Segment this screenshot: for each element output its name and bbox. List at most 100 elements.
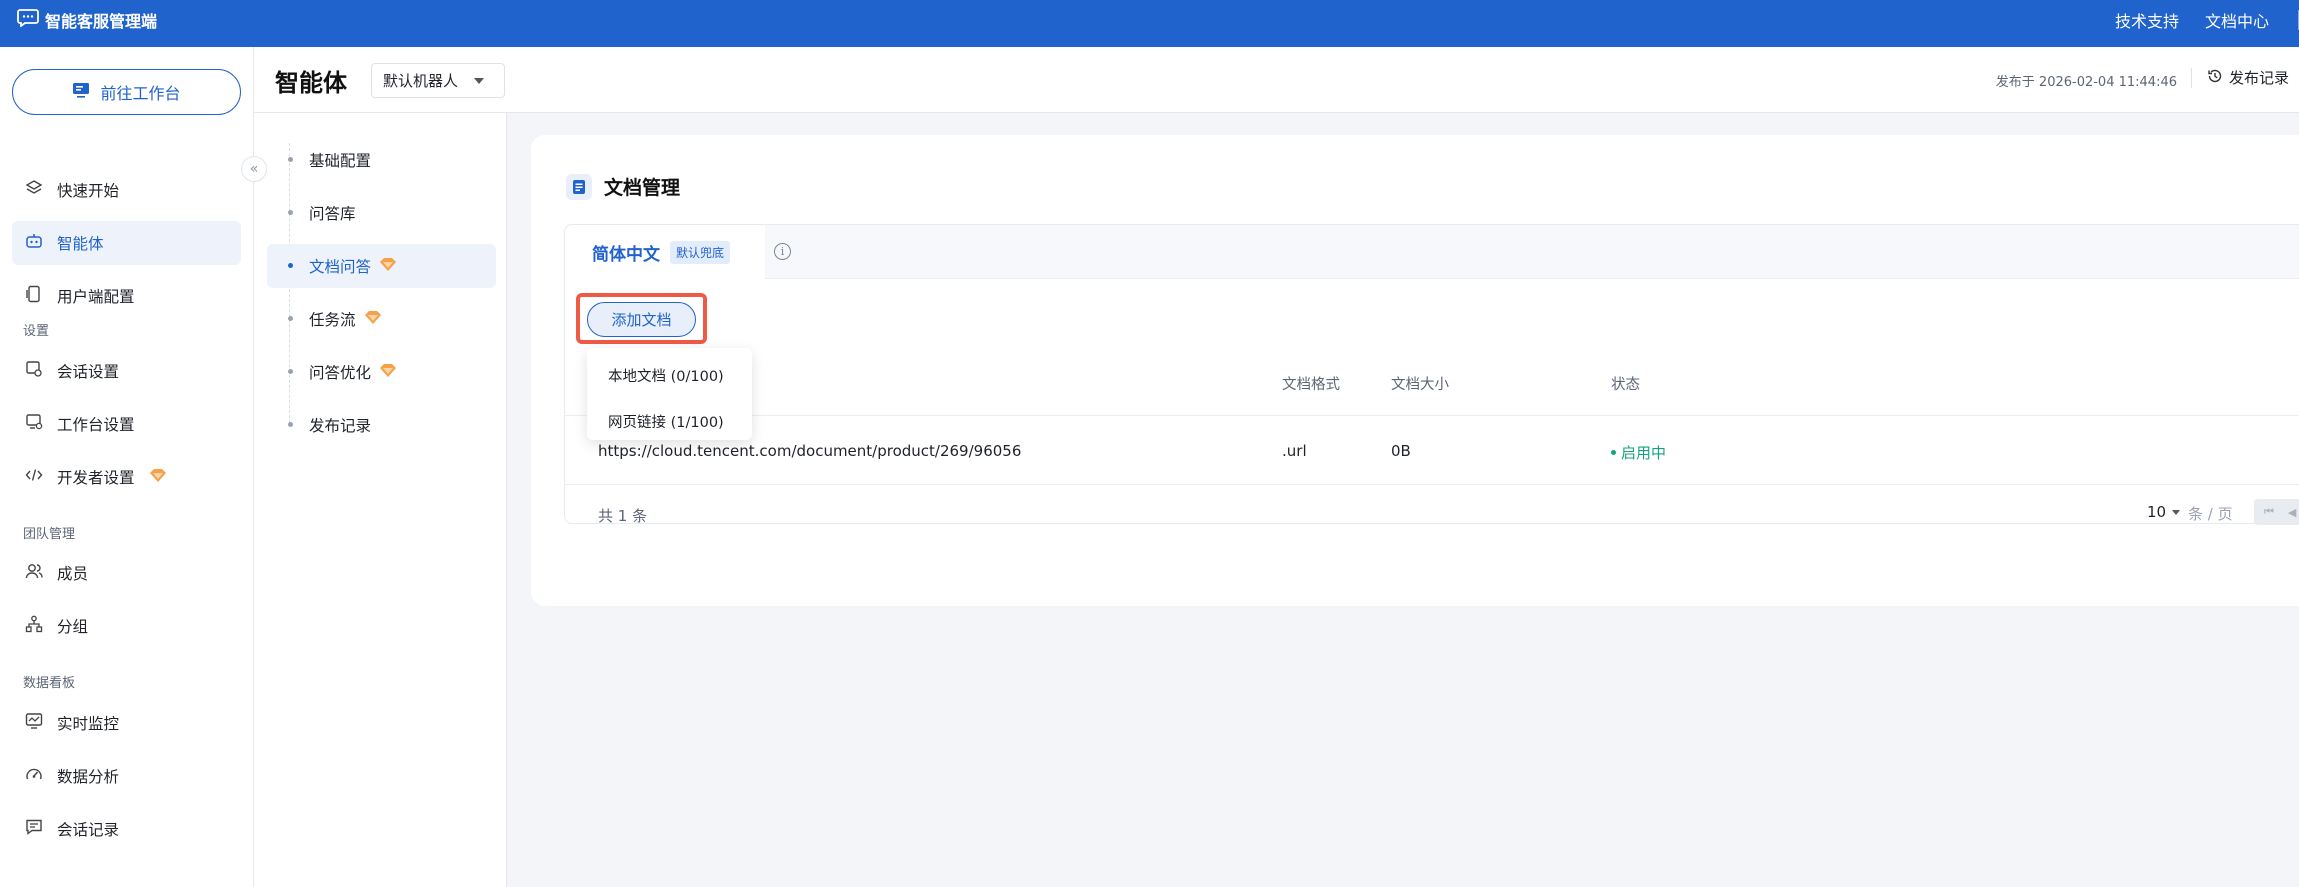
- bullet-dot: [288, 422, 293, 427]
- double-chevron-left-icon: «: [249, 161, 259, 177]
- monitor-settings-icon: [25, 413, 43, 435]
- premium-diamond-icon: [379, 257, 397, 276]
- caret-down-icon: [2172, 509, 2181, 515]
- app-brand[interactable]: 智能客服管理端: [17, 0, 157, 40]
- document-icon: [566, 173, 592, 200]
- tab-simplified-chinese[interactable]: 简体中文 默认兜底: [565, 225, 765, 280]
- submenu-item-publish-record[interactable]: 发布记录: [267, 403, 496, 447]
- status-badge: 启用中: [1611, 442, 1666, 463]
- sidebar-item-developer-settings[interactable]: 开发者设置: [12, 455, 241, 499]
- bot-select-value: 默认机器人: [383, 72, 459, 90]
- collapse-sidebar-button[interactable]: «: [241, 156, 267, 182]
- table-divider: [565, 484, 2299, 485]
- sidebar-item-realtime-monitor[interactable]: 实时监控: [12, 701, 241, 745]
- tech-support-link[interactable]: 技术支持: [2115, 8, 2179, 32]
- sidebar-item-session-settings[interactable]: 会话设置: [12, 349, 241, 393]
- doc-name-cell[interactable]: https://cloud.tencent.com/document/produ…: [598, 442, 1021, 460]
- submenu-item-task-flow[interactable]: 任务流: [267, 297, 496, 341]
- menu-item-local-doc[interactable]: 本地文档 (0/100): [608, 365, 724, 386]
- total-count: 共 1 条: [598, 507, 648, 525]
- sidebar-item-data-analysis[interactable]: 数据分析: [12, 754, 241, 798]
- sidebar-item-members[interactable]: 成员: [12, 551, 241, 595]
- publish-time: 发布于 2026-02-04 11:44:46: [1995, 75, 2177, 90]
- premium-diamond-icon: [149, 468, 167, 487]
- section-title-team: 团队管理: [23, 527, 76, 542]
- page-size-select[interactable]: 10: [2147, 503, 2181, 521]
- prev-page-icon[interactable]: ◀: [2288, 506, 2296, 519]
- submenu-item-basic-config[interactable]: 基础配置: [267, 138, 496, 182]
- layers-icon: [25, 179, 43, 201]
- sidebar-item-workbench-settings[interactable]: 工作台设置: [12, 402, 241, 446]
- app-title: 智能客服管理端: [45, 12, 158, 31]
- sidebar-item-quick-start[interactable]: 快速开始: [12, 168, 241, 212]
- bullet-dot: [288, 369, 293, 374]
- submenu-item-label: 文档问答: [309, 258, 372, 276]
- column-header-size: 文档大小: [1391, 377, 1449, 393]
- submenu-item-label: 任务流: [309, 311, 356, 329]
- chat-settings-icon: [25, 360, 43, 382]
- top-bar: 智能客服管理端 技术支持 文档中心: [0, 0, 2299, 47]
- page-size-value: 10: [2147, 503, 2167, 521]
- bullet-dot: [288, 157, 293, 162]
- bullet-dot: [288, 210, 293, 215]
- realtime-monitor-icon: [25, 712, 43, 734]
- premium-diamond-icon: [364, 310, 382, 329]
- divider: [2191, 68, 2192, 88]
- add-document-dropdown: 本地文档 (0/100) 网页链接 (1/100): [587, 348, 752, 440]
- publish-record-button[interactable]: 发布记录: [2207, 67, 2289, 88]
- submenu-item-label: 问答优化: [309, 364, 372, 382]
- go-to-workbench-button[interactable]: 前往工作台: [12, 69, 241, 115]
- submenu-item-label: 发布记录: [309, 417, 372, 435]
- sidebar-item-label: 会话记录: [57, 821, 120, 839]
- org-tree-icon: [25, 615, 43, 637]
- add-document-button[interactable]: 添加文档: [587, 302, 696, 337]
- caret-down-icon: [474, 78, 484, 84]
- card-title-text: 文档管理: [604, 177, 681, 199]
- sidebar-item-label: 数据分析: [57, 768, 120, 786]
- menu-item-web-link[interactable]: 网页链接 (1/100): [608, 411, 724, 432]
- device-icon: [25, 285, 43, 307]
- status-text: 启用中: [1621, 444, 1667, 462]
- history-icon: [2207, 68, 2223, 88]
- doc-management-card: 文档管理 简体中文 默认兜底 i: [531, 135, 2299, 606]
- agent-submenu: 基础配置 问答库 文档问答 任务流 问答优化 发布记录: [254, 113, 507, 887]
- sidebar-item-label: 快速开始: [57, 182, 120, 200]
- sidebar-item-agent[interactable]: 智能体: [12, 221, 241, 265]
- tab-label: 简体中文: [592, 245, 660, 265]
- sidebar-item-label: 分组: [57, 618, 89, 636]
- message-record-icon: [25, 818, 43, 840]
- pagination-controls[interactable]: ⏮ ◀: [2254, 499, 2299, 525]
- robot-icon: [25, 232, 43, 254]
- doc-center-link[interactable]: 文档中心: [2205, 8, 2269, 32]
- bot-select[interactable]: 默认机器人: [371, 63, 505, 98]
- sidebar-item-label: 用户端配置: [57, 288, 135, 306]
- sidebar: 前往工作台 快速开始 智能体 用户端配置 设置 会话设置 工作台设置 开发者设置…: [0, 47, 254, 887]
- language-tabs: 简体中文 默认兜底 i: [565, 225, 2299, 280]
- page-title: 智能体: [275, 69, 347, 97]
- code-icon: [25, 466, 43, 488]
- submenu-item-label: 问答库: [309, 205, 356, 223]
- submenu-item-qa-library[interactable]: 问答库: [267, 191, 496, 235]
- sidebar-item-client-config[interactable]: 用户端配置: [12, 274, 241, 318]
- submenu-item-doc-qa[interactable]: 文档问答: [267, 244, 496, 288]
- card-title: 文档管理: [566, 173, 680, 200]
- sidebar-item-label: 工作台设置: [57, 416, 135, 434]
- bullet-dot: [288, 263, 293, 268]
- gauge-icon: [25, 765, 43, 787]
- sidebar-item-session-records[interactable]: 会话记录: [12, 807, 241, 851]
- first-page-icon[interactable]: ⏮: [2264, 505, 2274, 519]
- workbench-label: 前往工作台: [100, 84, 181, 103]
- section-title-settings: 设置: [23, 324, 50, 339]
- submenu-item-qa-optimization[interactable]: 问答优化: [267, 350, 496, 394]
- bullet-dot: [288, 316, 293, 321]
- table-divider: [565, 415, 2299, 416]
- chat-logo-icon: [17, 9, 39, 31]
- doc-format-cell: .url: [1282, 442, 1307, 460]
- sidebar-item-groups[interactable]: 分组: [12, 604, 241, 648]
- sidebar-item-label: 实时监控: [57, 715, 120, 733]
- column-header-format: 文档格式: [1282, 377, 1340, 393]
- info-icon[interactable]: i: [774, 243, 791, 260]
- premium-diamond-icon: [379, 363, 397, 382]
- submenu-item-label: 基础配置: [309, 152, 372, 170]
- status-dot: [1611, 450, 1616, 455]
